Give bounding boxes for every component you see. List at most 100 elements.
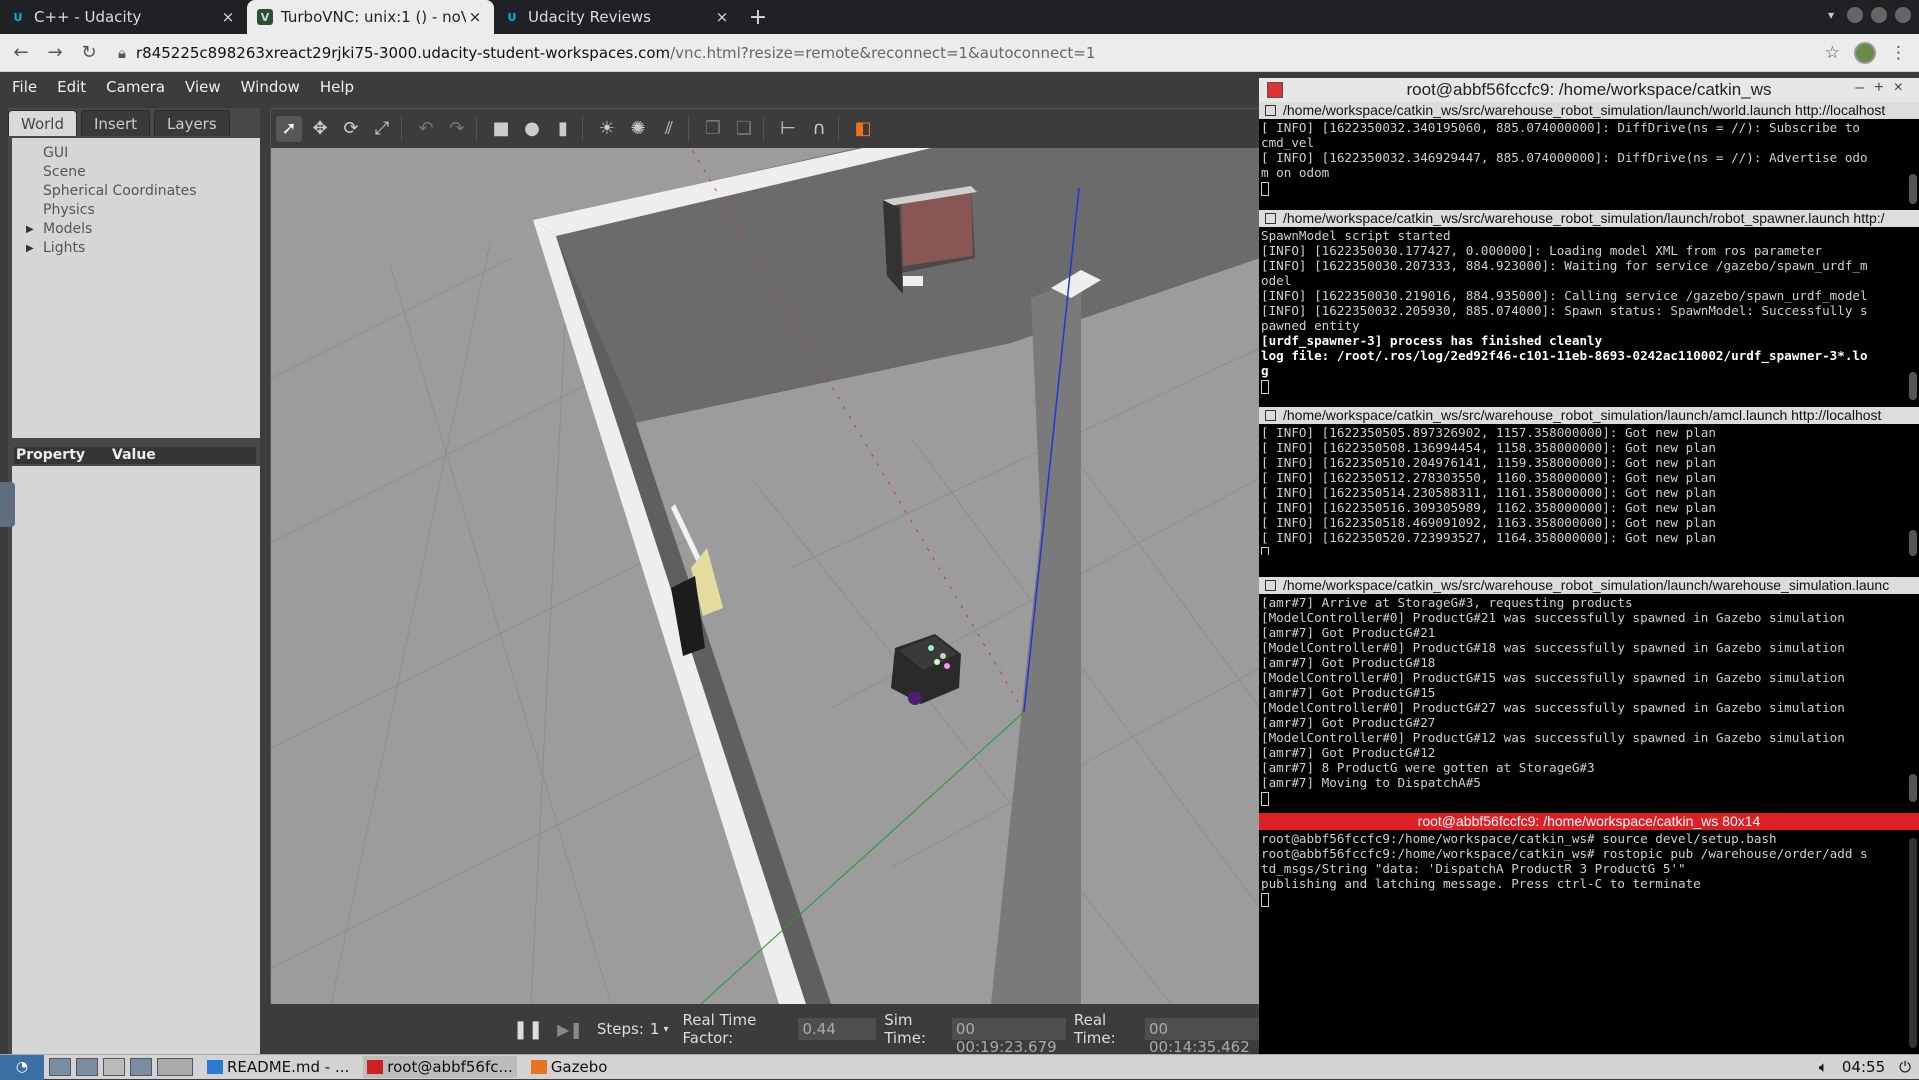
pane-scrollbar[interactable] — [1909, 372, 1917, 400]
translate-icon[interactable]: ✥ — [307, 116, 333, 142]
pane-header-world-launch[interactable]: /home/workspace/catkin_ws/src/warehouse_… — [1259, 102, 1919, 119]
select-arrow-icon[interactable]: ➚ — [276, 115, 302, 142]
pane-header-active-shell[interactable]: root@abbf56fccfc9: /home/workspace/catki… — [1259, 813, 1919, 830]
back-icon[interactable]: ← — [8, 42, 34, 63]
pane-output-warehouse-simulation[interactable]: [amr#7] Arrive at StorageG#3, requesting… — [1261, 595, 1901, 807]
reload-icon[interactable]: ↻ — [76, 42, 102, 63]
tab-udacity-reviews[interactable]: U Udacity Reviews × — [494, 0, 741, 34]
kebab-menu-icon[interactable]: ⋮ — [1890, 43, 1907, 63]
box-shape-icon[interactable]: ■ — [488, 116, 514, 142]
steps-stepper[interactable]: 1 — [650, 1020, 660, 1038]
minimize-button[interactable] — [1847, 7, 1863, 23]
browser-tab-strip: U C++ - Udacity × V TurboVNC: unix:1 () … — [0, 0, 1919, 34]
new-tab-button[interactable]: + — [741, 0, 775, 34]
file-manager-icon[interactable] — [76, 1058, 98, 1076]
snap-magnet-icon[interactable]: ∩ — [806, 116, 832, 142]
panel-collapse-handle[interactable] — [0, 482, 15, 527]
menu-camera[interactable]: Camera — [98, 78, 173, 96]
forward-icon[interactable]: → — [42, 42, 68, 63]
menu-edit[interactable]: Edit — [49, 78, 94, 96]
point-light-icon[interactable]: ☀ — [594, 116, 620, 142]
copy-icon[interactable]: ❐ — [700, 116, 726, 142]
chevron-down-icon[interactable]: ▾ — [663, 1024, 668, 1035]
pause-icon[interactable]: ❚❚ — [513, 1019, 543, 1040]
app-launcher-icon[interactable] — [130, 1058, 152, 1076]
terminal-line: td_msgs/String "data: 'DispatchA Product… — [1261, 861, 1686, 876]
tree-item-gui[interactable]: GUI — [12, 144, 260, 163]
rtf-label: Real Time Factor: — [682, 1011, 757, 1047]
pane-header-amcl[interactable]: /home/workspace/catkin_ws/src/warehouse_… — [1259, 407, 1919, 424]
real-time-value: 00 00:14:35.462 — [1144, 1018, 1259, 1056]
pane-header-robot-spawner[interactable]: /home/workspace/catkin_ws/src/warehouse_… — [1259, 210, 1919, 227]
menu-file[interactable]: File — [4, 78, 45, 96]
rotate-icon[interactable]: ⟳ — [338, 116, 364, 142]
terminal-cursor — [1261, 180, 1901, 196]
tab-cpp-udacity[interactable]: U C++ - Udacity × — [0, 0, 247, 34]
tree-item-physics[interactable]: Physics — [12, 201, 260, 220]
workspace-switcher[interactable] — [157, 1058, 193, 1076]
close-icon[interactable]: × — [466, 8, 484, 26]
tree-item-spherical-coordinates[interactable]: Spherical Coordinates — [12, 182, 260, 201]
tab-world[interactable]: World — [8, 110, 77, 136]
pane-output-active-shell[interactable]: root@abbf56fccfc9:/home/workspace/catkin… — [1261, 831, 1901, 1051]
bookmark-star-icon[interactable]: ☆ — [1825, 43, 1840, 63]
tree-item-scene[interactable]: Scene — [12, 163, 260, 182]
terminal-line: [amr#7] Got ProductG#15 — [1261, 685, 1436, 700]
task-readme[interactable]: README.md - ... — [203, 1056, 353, 1078]
tab-layers[interactable]: Layers — [154, 110, 230, 136]
pane-scrollbar[interactable] — [1909, 530, 1917, 556]
pane-header-warehouse-simulation[interactable]: /home/workspace/catkin_ws/src/warehouse_… — [1259, 577, 1919, 594]
pane-header-text: /home/workspace/catkin_ws/src/warehouse_… — [1283, 210, 1885, 226]
tree-item-lights[interactable]: ▶ Lights — [12, 239, 260, 258]
pane-grid-icon — [1265, 580, 1276, 591]
volume-icon[interactable]: 🔈︎ — [1819, 1058, 1828, 1076]
scale-icon[interactable]: ⤢ — [369, 116, 395, 142]
menu-help[interactable]: Help — [312, 78, 362, 96]
screenshot-icon[interactable]: ◧ — [850, 116, 876, 142]
property-column-header: Property — [16, 447, 86, 463]
pane-output-robot-spawner[interactable]: SpawnModel script started [INFO] [1622350… — [1261, 228, 1901, 406]
udacity-icon: U — [13, 10, 23, 24]
profile-avatar[interactable] — [1854, 41, 1876, 64]
expand-arrow-icon[interactable]: ▶ — [26, 220, 34, 239]
paste-icon[interactable]: ❑ — [731, 116, 757, 142]
maximize-button[interactable] — [1871, 7, 1887, 23]
gazebo-3d-viewport[interactable] — [270, 148, 1259, 1004]
close-icon[interactable]: × — [219, 8, 237, 26]
pane-output-world-launch[interactable]: [ INFO] [1622350032.340195060, 885.07400… — [1261, 120, 1901, 200]
clock: 04:55 — [1841, 1058, 1886, 1076]
align-icon[interactable]: ⊢ — [775, 116, 801, 142]
spot-light-icon[interactable]: ✺ — [625, 116, 651, 142]
terminal-window-controls[interactable]: –+× — [1855, 79, 1913, 97]
tab-turbovnc[interactable]: V TurboVNC: unix:1 () - noVNC × — [247, 0, 494, 34]
terminal-line: [amr#7] 8 ProductG were gotten at Storag… — [1261, 760, 1595, 775]
undo-icon[interactable]: ↶ — [413, 116, 439, 142]
expand-arrow-icon[interactable]: ▶ — [26, 239, 34, 258]
show-desktop-icon[interactable] — [49, 1058, 71, 1076]
pane-output-amcl[interactable]: [ INFO] [1622350505.897326902, 1157.3580… — [1261, 425, 1901, 555]
pane-scrollbar[interactable] — [1909, 174, 1917, 204]
terminal-line: pawned entity — [1261, 318, 1360, 333]
tab-search-icon[interactable]: ▾ — [1823, 7, 1839, 23]
menu-view[interactable]: View — [177, 78, 229, 96]
step-icon[interactable]: ▶❚ — [557, 1020, 583, 1039]
directional-light-icon[interactable]: ⫽ — [656, 116, 682, 142]
pane-scrollbar[interactable] — [1909, 774, 1917, 802]
terminal-launcher-icon[interactable] — [103, 1058, 125, 1076]
vnc-icon: V — [257, 9, 273, 25]
tab-insert[interactable]: Insert — [81, 110, 151, 136]
menu-window[interactable]: Window — [233, 78, 308, 96]
power-icon[interactable]: ⏻ — [1899, 1058, 1911, 1076]
redo-icon[interactable]: ↷ — [444, 116, 470, 142]
cylinder-shape-icon[interactable]: ▮ — [550, 116, 576, 142]
sphere-shape-icon[interactable]: ● — [519, 116, 545, 142]
address-bar[interactable]: 🔒︎ r845225c898263xreact29rjki75-3000.uda… — [118, 38, 1798, 68]
task-gazebo[interactable]: Gazebo — [527, 1056, 612, 1078]
task-terminal[interactable]: root@abbf56fc... — [363, 1056, 517, 1078]
tree-item-models[interactable]: ▶ Models — [12, 220, 260, 239]
close-icon[interactable]: × — [713, 8, 731, 26]
start-menu-button[interactable]: ◔ — [0, 1054, 44, 1080]
terminal-cursor — [1261, 378, 1901, 394]
pane-scrollbar[interactable] — [1909, 838, 1917, 1048]
close-window-button[interactable] — [1895, 7, 1911, 23]
